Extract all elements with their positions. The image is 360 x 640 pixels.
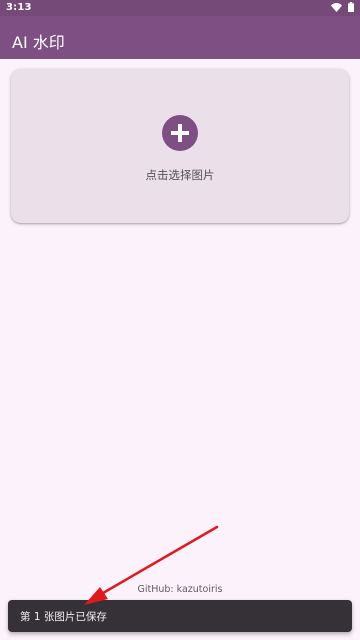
status-icons [331,2,354,15]
snackbar: 第 1 张图片已保存 [8,600,352,632]
app-bar: AI 水印 [0,16,360,59]
wifi-icon [331,2,342,15]
plus-circle-icon [162,115,198,151]
status-time: 3:13 [6,2,32,13]
image-picker-card[interactable]: 点击选择图片 [11,69,349,223]
app-title: AI 水印 [12,33,65,52]
status-bar: 3:13 [0,0,360,16]
battery-icon [348,2,354,15]
github-credit: GitHub: kazutoiris [137,584,223,595]
picker-label: 点击选择图片 [145,168,215,182]
snackbar-message: 第 1 张图片已保存 [20,611,107,623]
